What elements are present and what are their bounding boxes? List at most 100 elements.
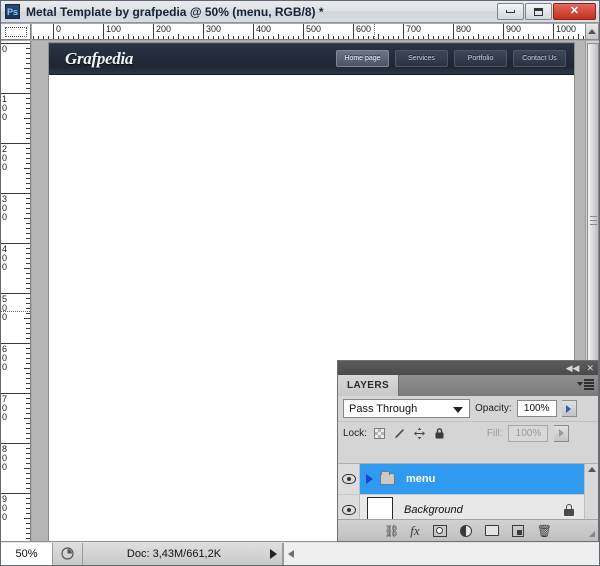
ruler-minor-tick bbox=[24, 168, 30, 169]
ruler-minor-tick bbox=[323, 36, 324, 39]
ruler-minor-tick bbox=[24, 218, 30, 219]
ruler-minor-tick bbox=[238, 36, 239, 39]
ruler-tick-label: 700 bbox=[2, 394, 8, 422]
ruler-minor-tick bbox=[528, 34, 529, 39]
blend-mode-value: Pass Through bbox=[349, 402, 418, 415]
lock-transparent-pixels-icon[interactable] bbox=[373, 426, 387, 440]
ruler-minor-tick bbox=[24, 418, 30, 419]
ruler-minor-tick bbox=[263, 36, 264, 39]
new-group-icon[interactable] bbox=[484, 525, 499, 536]
opacity-input[interactable]: 100% bbox=[516, 400, 557, 417]
nav-button-home-page[interactable]: Home page bbox=[336, 50, 389, 67]
ruler-scroll-up-button[interactable] bbox=[585, 24, 599, 40]
stepper-arrow-icon bbox=[558, 429, 564, 437]
vertical-ruler[interactable]: 0 100 200 300 400 500 600 700 800 900 bbox=[1, 41, 31, 541]
statusbar-expand-button[interactable] bbox=[265, 542, 283, 565]
ruler-minor-tick bbox=[26, 198, 30, 199]
fill-input: 100% bbox=[508, 424, 549, 442]
ruler-minor-tick bbox=[93, 36, 94, 39]
blend-mode-select[interactable]: Pass Through bbox=[343, 399, 470, 418]
window-titlebar[interactable]: Ps Metal Template by grafpedia @ 50% (me… bbox=[1, 1, 599, 23]
tab-layers[interactable]: LAYERS bbox=[338, 375, 400, 396]
ruler-minor-tick bbox=[463, 36, 464, 39]
ruler-minor-tick bbox=[26, 238, 30, 239]
horizontal-ruler[interactable]: 0 100 200 300 400 500 600 700 800 900 1000 bbox=[32, 24, 587, 40]
layer-name[interactable]: Background bbox=[404, 504, 463, 516]
ruler-minor-tick bbox=[143, 36, 144, 39]
layer-list-scrollbar[interactable] bbox=[584, 464, 598, 519]
minimize-icon bbox=[506, 10, 515, 13]
lock-position-icon[interactable] bbox=[413, 426, 427, 440]
ruler-minor-tick bbox=[73, 36, 74, 39]
ruler-minor-tick bbox=[123, 36, 124, 39]
expand-triangle-icon[interactable] bbox=[366, 474, 373, 484]
ruler-minor-tick bbox=[173, 36, 174, 39]
ruler-minor-tick bbox=[63, 36, 64, 39]
ruler-minor-tick bbox=[26, 353, 30, 354]
ruler-tick-label: 100 bbox=[106, 24, 122, 34]
ruler-minor-tick bbox=[24, 268, 30, 269]
lock-image-pixels-icon[interactable] bbox=[393, 426, 407, 440]
delete-layer-icon[interactable]: 🗑 bbox=[537, 523, 552, 539]
scroll-up-icon bbox=[588, 29, 596, 34]
ruler-minor-tick bbox=[383, 36, 384, 39]
panel-topbar[interactable]: ◀◀ ✕ bbox=[338, 361, 598, 375]
close-button[interactable]: ✕ bbox=[553, 3, 596, 20]
ruler-minor-tick bbox=[26, 138, 30, 139]
scroll-up-icon[interactable] bbox=[587, 467, 596, 472]
layer-visibility-toggle[interactable] bbox=[338, 464, 360, 494]
new-adjustment-layer-icon[interactable] bbox=[459, 524, 472, 537]
ruler-minor-tick bbox=[26, 503, 30, 504]
ruler-tick-label: 300 bbox=[2, 194, 8, 222]
resize-grip-icon[interactable]: ◢ bbox=[589, 529, 595, 538]
nav-button-services[interactable]: Services bbox=[395, 50, 448, 67]
ruler-minor-tick bbox=[26, 338, 30, 339]
nav-button-portfolio[interactable]: Portfolio bbox=[454, 50, 507, 67]
layer-name[interactable]: menu bbox=[406, 473, 435, 485]
ruler-minor-tick bbox=[318, 36, 319, 39]
ruler-minor-tick bbox=[533, 36, 534, 39]
ruler-minor-tick bbox=[26, 148, 30, 149]
new-layer-icon[interactable] bbox=[511, 524, 524, 537]
document-thumb-icon[interactable] bbox=[53, 542, 83, 565]
ruler-minor-tick bbox=[26, 73, 30, 74]
zoom-level-input[interactable]: 50% bbox=[1, 542, 53, 565]
table-row[interactable]: menu bbox=[338, 464, 584, 495]
ruler-minor-tick bbox=[26, 53, 30, 54]
ruler-minor-tick bbox=[343, 36, 344, 39]
ruler-minor-tick bbox=[26, 48, 30, 49]
ruler-minor-tick bbox=[563, 36, 564, 39]
ruler-minor-tick bbox=[24, 68, 30, 69]
ruler-minor-tick bbox=[26, 123, 30, 124]
minimize-button[interactable] bbox=[497, 3, 524, 20]
scroll-left-icon[interactable] bbox=[288, 549, 294, 558]
ruler-minor-tick bbox=[38, 36, 39, 39]
maximize-button[interactable] bbox=[525, 3, 552, 20]
ruler-minor-tick bbox=[26, 133, 30, 134]
ruler-minor-tick bbox=[513, 36, 514, 39]
ruler-minor-tick bbox=[26, 408, 30, 409]
ruler-minor-tick bbox=[26, 163, 30, 164]
ruler-minor-tick bbox=[538, 36, 539, 39]
nav-button-contact-us[interactable]: Contact Us bbox=[513, 50, 566, 67]
ruler-minor-tick bbox=[523, 36, 524, 39]
ruler-minor-tick bbox=[26, 388, 30, 389]
opacity-stepper[interactable] bbox=[561, 400, 577, 417]
ruler-minor-tick bbox=[133, 36, 134, 39]
lock-all-icon[interactable] bbox=[433, 426, 447, 440]
canvas-vertical-scroll-thumb[interactable] bbox=[587, 43, 599, 395]
ruler-origin-corner[interactable] bbox=[1, 24, 31, 40]
design-site-header: Grafpedia Home page Services Portfolio C… bbox=[49, 43, 574, 75]
panel-menu-icon[interactable] bbox=[577, 379, 594, 390]
ruler-minor-tick bbox=[26, 98, 30, 99]
link-layers-icon[interactable]: ⛓ bbox=[384, 523, 399, 539]
ruler-minor-tick bbox=[468, 36, 469, 39]
canvas-horizontal-scrollbar[interactable] bbox=[283, 542, 599, 565]
add-layer-mask-icon[interactable] bbox=[432, 524, 447, 537]
ruler-minor-tick bbox=[26, 478, 30, 479]
close-panel-icon[interactable]: ✕ bbox=[586, 363, 594, 373]
add-layer-style-icon[interactable]: fx bbox=[410, 523, 419, 539]
ruler-minor-tick bbox=[243, 36, 244, 39]
site-nav: Home page Services Portfolio Contact Us bbox=[336, 50, 566, 67]
collapse-panel-icon[interactable]: ◀◀ bbox=[566, 363, 580, 373]
